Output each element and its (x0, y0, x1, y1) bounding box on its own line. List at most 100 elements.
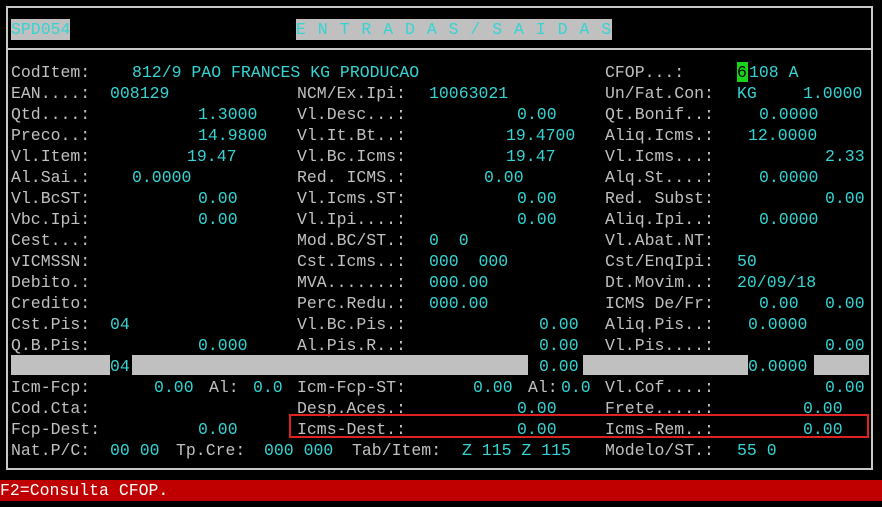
qtbonif-field[interactable]: 0.0000 (759, 104, 818, 125)
vldesc-label: Vl.Desc...: (297, 105, 406, 124)
program-code: SPD054 (11, 19, 71, 40)
debito-label: Debito.: (11, 273, 91, 292)
cstenq-field[interactable]: 50 (737, 251, 757, 272)
icmsrem-field[interactable]: 0.00 (803, 419, 843, 440)
redicms-label: Red. ICMS.: (297, 168, 406, 187)
dtmovim-field[interactable]: 20/09/18 (737, 272, 816, 293)
icmfcp-al-label: Al: (209, 378, 239, 397)
modelost-label: Modelo/ST.: (605, 441, 714, 460)
screen-title: E N T R A D A S / S A I D A S (296, 19, 613, 40)
icmfcpst-label: Icm-Fcp-ST: (297, 378, 406, 397)
codcta-label: Cod.Cta: (11, 399, 91, 418)
icmfcpst-field[interactable]: 0.00 (473, 377, 513, 398)
csticms-label: Cst.Icms..: (297, 252, 406, 271)
cfop-label: CFOP...: (605, 63, 685, 82)
modbc-field[interactable]: 0 0 (429, 230, 469, 251)
dtmovim-label: Dt.Movim..: (605, 273, 714, 292)
aliqpis-field[interactable]: 0.0000 (748, 314, 807, 335)
cstpis-label: Cst.Pis: (11, 315, 91, 334)
qtd-field[interactable]: 1.3000 (198, 104, 257, 125)
preco-field[interactable]: 14.9800 (198, 125, 267, 146)
alqst-field[interactable]: 0.0000 (759, 167, 818, 188)
ean-label: EAN....: (11, 84, 91, 103)
fcpdest-field[interactable]: 0.00 (198, 419, 238, 440)
qtbonif-label: Qt.Bonif..: (605, 105, 714, 124)
alqst-label: Alq.St....: (605, 168, 714, 187)
header-separator (6, 48, 873, 50)
vbcipi-field[interactable]: 0.00 (198, 209, 238, 230)
icmsdest-field[interactable]: 0.00 (517, 419, 557, 440)
vlicmsst-field[interactable]: 0.00 (517, 188, 557, 209)
vlabat-label: Vl.Abat.NT: (605, 231, 714, 250)
redicms-field[interactable]: 0.00 (484, 167, 524, 188)
unfat-unit-field[interactable]: KG (737, 83, 757, 104)
vlitem-field[interactable]: 19.47 (187, 146, 237, 167)
tpcre-field[interactable]: 000 000 (264, 440, 333, 461)
tpcre-label: Tp.Cre: (176, 441, 246, 460)
icmfcp-al-field[interactable]: 0.0 (253, 377, 283, 398)
alsai-field[interactable]: 0.0000 (132, 167, 191, 188)
qbpis-label: Q.B.Pis: (11, 336, 91, 355)
cofins-bar-end (814, 355, 869, 375)
vldesc-field[interactable]: 0.00 (517, 104, 557, 125)
icmsdefr-field-1[interactable]: 0.00 (759, 293, 799, 314)
aliqipi-field[interactable]: 0.0000 (759, 209, 818, 230)
qbpis-field[interactable]: 0.000 (198, 335, 248, 356)
cofins-vl-field[interactable]: 0.00 (539, 356, 579, 377)
cofins-bar-middle (132, 355, 528, 375)
alsai-label: Al.Sai.: (11, 168, 91, 187)
aliqpis-label: Aliq.Pis..: (605, 315, 714, 334)
tabitem-label: Tab/Item: (352, 441, 442, 460)
vbcipi-label: Vbc.Ipi: (11, 210, 91, 229)
cofins-cst-field[interactable]: 04 (110, 356, 130, 377)
coditem-field[interactable]: 812/9 PAO FRANCES KG PRODUCAO (132, 62, 419, 83)
vlcof-field[interactable]: 0.00 (825, 377, 865, 398)
cfop-cursor-char[interactable]: 6 (737, 62, 747, 83)
vlcof-label: Vl.Cof....: (605, 378, 714, 397)
aliqicms-label: Aliq.Icms.: (605, 126, 714, 145)
cstpis-field[interactable]: 04 (110, 314, 130, 335)
icmfcpst-al-label: Al: (528, 378, 558, 397)
cfop-field[interactable]: 108 A (749, 62, 799, 83)
tabitem-field[interactable]: Z 115 Z 115 (462, 440, 571, 461)
cofins-aliq-field[interactable]: 0.0000 (748, 356, 807, 377)
icmfcp-field[interactable]: 0.00 (154, 377, 194, 398)
icmfcp-label: Icm-Fcp: (11, 378, 91, 397)
percredu-label: Perc.Redu.: (297, 294, 406, 313)
vlicmsst-label: Vl.Icms.ST: (297, 189, 406, 208)
natpc-label: Nat.P/C: (11, 441, 91, 460)
vlitem-label: Vl.Item: (11, 147, 91, 166)
aliqicms-field[interactable]: 12.0000 (748, 125, 817, 146)
vicmssn-label: vICMSSN: (11, 252, 91, 271)
redsubst-field[interactable]: 0.00 (825, 188, 865, 209)
icmsdefr-label: ICMS De/Fr: (605, 294, 714, 313)
redsubst-label: Red. Subst: (605, 189, 714, 208)
preco-label: Preco..: (11, 126, 91, 145)
vlicms-field[interactable]: 2.33 (825, 146, 865, 167)
ncm-field[interactable]: 10063021 (429, 83, 508, 104)
ean-field[interactable]: 008129 (110, 83, 169, 104)
vlpis-label: Vl.Pis....: (605, 336, 714, 355)
vlipi-field[interactable]: 0.00 (517, 209, 557, 230)
vlbcicms-field[interactable]: 19.47 (506, 146, 556, 167)
vlitbt-label: Vl.It.Bt..: (297, 126, 406, 145)
aliqipi-label: Aliq.Ipi..: (605, 210, 714, 229)
vlbcpis-field[interactable]: 0.00 (539, 314, 579, 335)
cofins-label-bar (11, 355, 110, 375)
csticms-field[interactable]: 000 000 (429, 251, 508, 272)
percredu-field[interactable]: 000.00 (429, 293, 488, 314)
vlitbt-field[interactable]: 19.4700 (506, 125, 575, 146)
icmsdefr-field-2[interactable]: 0.00 (825, 293, 865, 314)
unfat-label: Un/Fat.Con: (605, 84, 714, 103)
credito-label: Credito: (11, 294, 91, 313)
icmfcpst-al-field[interactable]: 0.0 (561, 377, 591, 398)
vlbcst-field[interactable]: 0.00 (198, 188, 238, 209)
alpisr-field[interactable]: 0.00 (539, 335, 579, 356)
status-bar-text: F2=Consulta CFOP. (0, 481, 169, 500)
modelost-field[interactable]: 55 0 (737, 440, 777, 461)
vlpis-field[interactable]: 0.00 (825, 335, 865, 356)
natpc-field[interactable]: 00 00 (110, 440, 160, 461)
vlbcpis-label: Vl.Bc.Pis.: (297, 315, 406, 334)
mva-field[interactable]: 000.00 (429, 272, 488, 293)
unfat-factor-field[interactable]: 1.0000 (803, 83, 862, 104)
